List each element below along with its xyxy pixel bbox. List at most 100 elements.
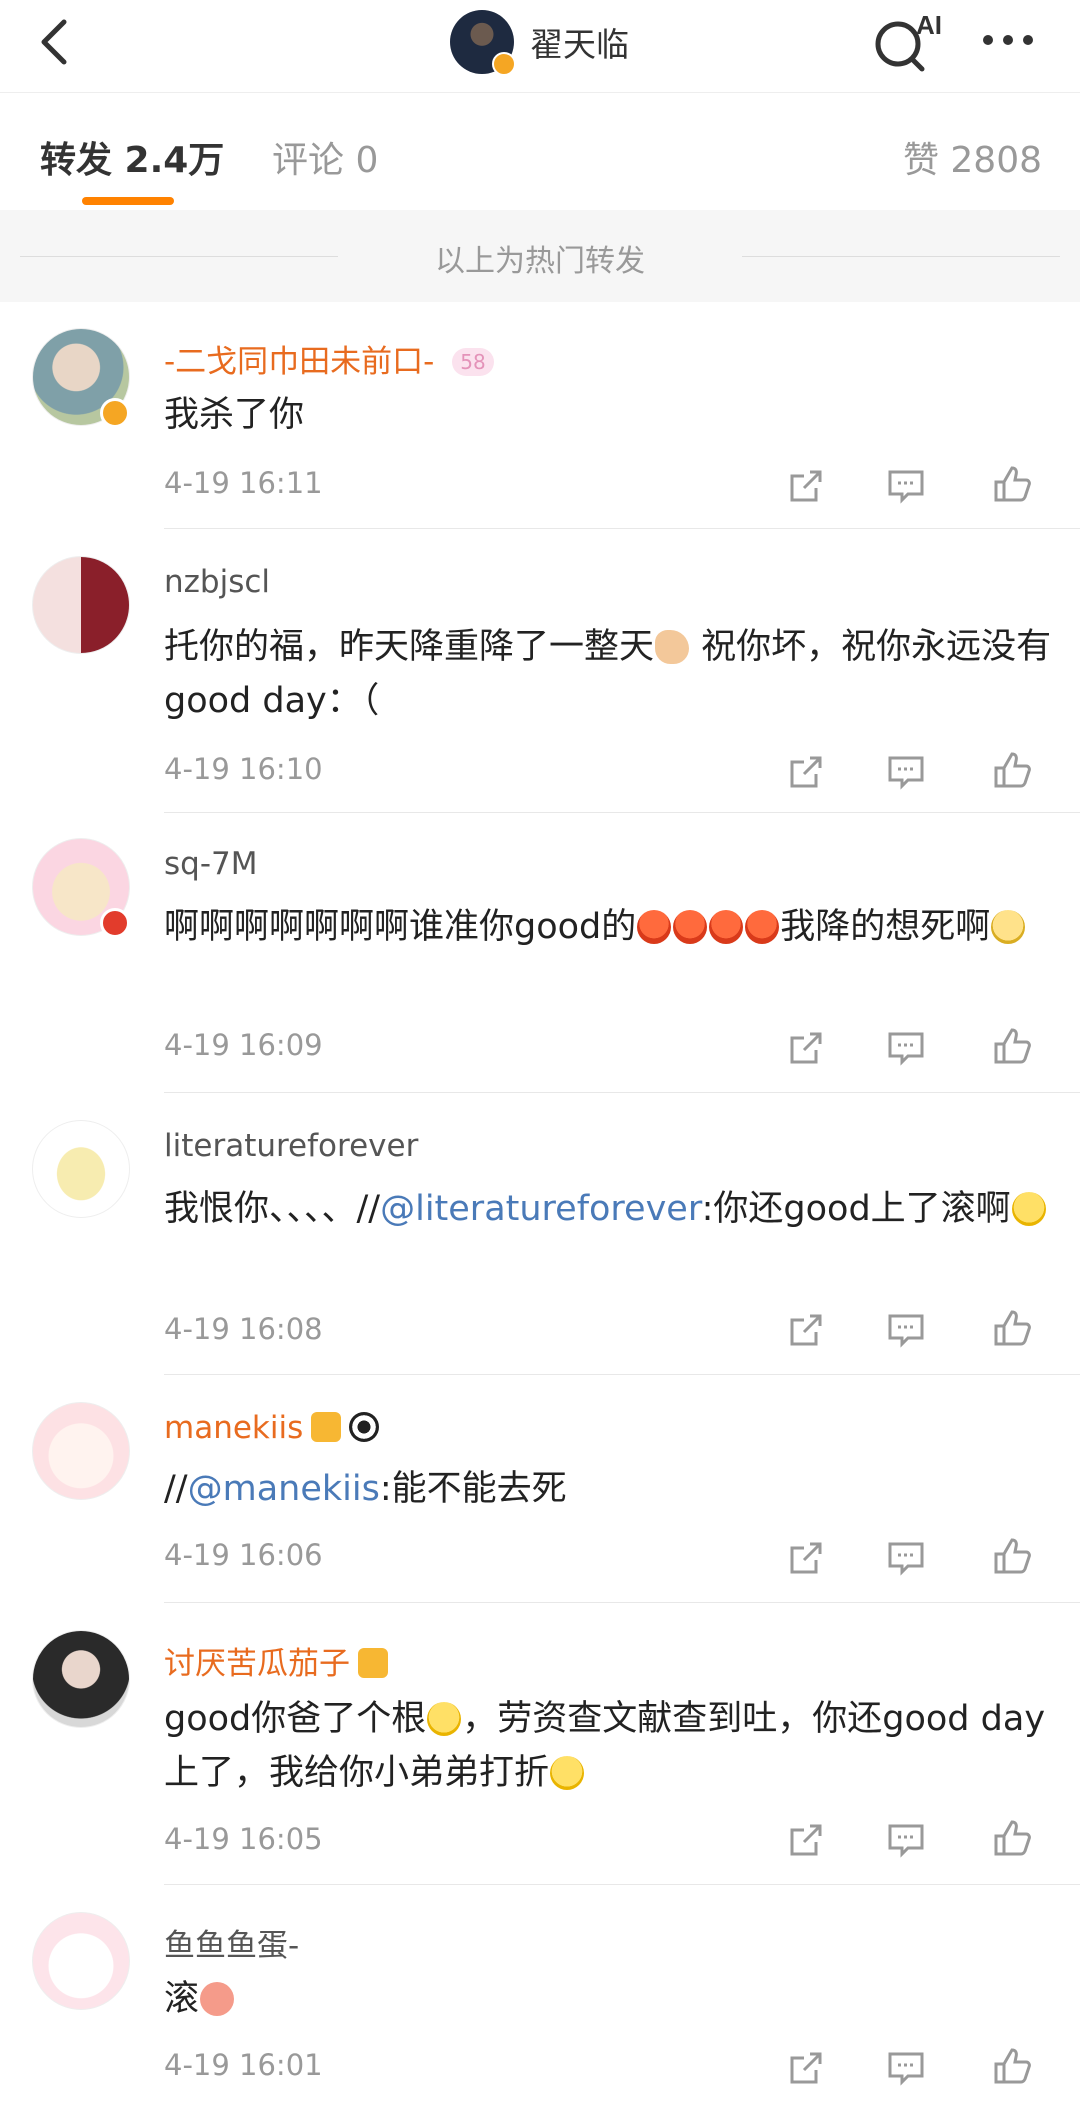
ai-search-icon[interactable]: AI bbox=[872, 8, 942, 74]
timestamp: 4-19 16:09 bbox=[164, 1028, 323, 1062]
like-icon[interactable] bbox=[992, 1026, 1032, 1066]
comment-text-part: :你还good上了滚啊 bbox=[701, 1189, 1011, 1229]
tab-like[interactable]: 赞 2808 bbox=[903, 131, 1042, 183]
crown-badge-icon bbox=[311, 1412, 342, 1442]
username[interactable]: 讨厌苦瓜茄子 bbox=[164, 1638, 388, 1683]
comment-text-part: 托你的福，昨天降重降了一整天 bbox=[164, 627, 655, 667]
comment-text-part: 我降的想死啊 bbox=[780, 907, 991, 947]
username-text: manekiis bbox=[164, 1410, 304, 1446]
share-icon[interactable] bbox=[786, 1028, 826, 1068]
angry-emoji-icon bbox=[637, 910, 672, 944]
header-avatar[interactable] bbox=[450, 10, 516, 76]
tab-bar: 转发 2.4万 评论 0 赞 2808 bbox=[0, 92, 1080, 211]
comment-icon[interactable] bbox=[886, 752, 926, 792]
comment-text-part: 我恨你、、、、// bbox=[164, 1189, 381, 1229]
comment-text-part: 滚 bbox=[164, 1979, 200, 2019]
share-icon[interactable] bbox=[786, 1538, 826, 1578]
comment-text-part: 啊啊啊啊啊啊啊谁准你good的 bbox=[164, 907, 637, 947]
list-item: 鱼鱼鱼蛋- 滚 4-19 16:01 bbox=[0, 1912, 1080, 2106]
username[interactable]: literatureforever bbox=[164, 1128, 418, 1164]
comment-text-part: // bbox=[164, 1469, 188, 1509]
share-icon[interactable] bbox=[786, 2048, 826, 2088]
timestamp: 4-19 16:01 bbox=[164, 2048, 323, 2082]
back-arrow-icon[interactable] bbox=[30, 14, 86, 70]
smile-emoji-icon bbox=[427, 1702, 462, 1736]
comment-icon[interactable] bbox=[886, 1028, 926, 1068]
username-text: -二戈同巾田未前口- bbox=[164, 344, 435, 380]
comment-icon[interactable] bbox=[886, 1538, 926, 1578]
section-divider: 以上为热门转发 bbox=[0, 210, 1080, 302]
timestamp: 4-19 16:08 bbox=[164, 1312, 323, 1346]
avatar[interactable] bbox=[32, 556, 130, 654]
mention-link[interactable]: @literatureforever bbox=[380, 1189, 702, 1229]
angry-emoji-icon bbox=[673, 910, 708, 944]
divider bbox=[164, 1884, 1080, 1885]
avatar[interactable] bbox=[32, 1120, 130, 1218]
comment-icon[interactable] bbox=[886, 466, 926, 506]
avatar[interactable] bbox=[32, 1630, 130, 1728]
list-item: literatureforever 我恨你、、、、//@literaturefo… bbox=[0, 1120, 1080, 1375]
comment-icon[interactable] bbox=[886, 1310, 926, 1350]
comment-text: 我杀了你 bbox=[164, 395, 305, 435]
username[interactable]: nzbjscl bbox=[164, 564, 270, 600]
share-icon[interactable] bbox=[786, 466, 826, 506]
section-label: 以上为热门转发 bbox=[435, 244, 645, 279]
like-icon[interactable] bbox=[992, 750, 1032, 790]
crown-badge-icon bbox=[358, 1648, 388, 1678]
panda-badge-icon bbox=[349, 1412, 380, 1442]
list-item: manekiis //@manekiis:能不能去死 4-19 16:06 bbox=[0, 1402, 1080, 1603]
list-item: nzbjscl 托你的福，昨天降重降了一整天 祝你坏，祝你永远没有good da… bbox=[0, 556, 1080, 813]
member-badge-icon: 58 bbox=[452, 348, 494, 376]
username[interactable]: 鱼鱼鱼蛋- bbox=[164, 1920, 299, 1965]
angry-emoji-icon bbox=[709, 910, 744, 944]
avatar[interactable] bbox=[32, 1402, 130, 1500]
like-icon[interactable] bbox=[992, 1308, 1032, 1348]
comment-text: 啊啊啊啊啊啊啊谁准你good的 我降的想死啊 bbox=[164, 900, 1054, 954]
username[interactable]: -二戈同巾田未前口- 58 bbox=[164, 336, 494, 381]
share-icon[interactable] bbox=[786, 1310, 826, 1350]
comment-text: 托你的福，昨天降重降了一整天 祝你坏，祝你永远没有good day：（ bbox=[164, 620, 1054, 728]
username[interactable]: sq-7M bbox=[164, 846, 257, 882]
share-icon[interactable] bbox=[786, 752, 826, 792]
verified-badge-icon bbox=[492, 52, 516, 76]
divider bbox=[164, 528, 1080, 529]
active-tab-indicator bbox=[82, 197, 174, 205]
timestamp: 4-19 16:10 bbox=[164, 752, 323, 786]
comment-text: 滚 bbox=[164, 1972, 1054, 2026]
more-options-icon[interactable] bbox=[978, 18, 1038, 62]
like-icon[interactable] bbox=[992, 1536, 1032, 1576]
smile-emoji-icon bbox=[550, 1756, 585, 1790]
list-item: -二戈同巾田未前口- 58 我杀了你 4-19 16:11 bbox=[0, 328, 1080, 530]
title-area[interactable]: 翟天临 bbox=[450, 8, 629, 76]
timestamp: 4-19 16:06 bbox=[164, 1538, 323, 1572]
comment-text: //@manekiis:能不能去死 bbox=[164, 1462, 1054, 1516]
page-title: 翟天临 bbox=[530, 25, 629, 64]
like-icon[interactable] bbox=[992, 464, 1032, 504]
divider bbox=[164, 1374, 1080, 1375]
top-bar: 翟天临 AI bbox=[0, 0, 1080, 92]
red-badge-icon bbox=[100, 908, 130, 938]
ai-label: AI bbox=[916, 10, 942, 40]
comment-text-part: :能不能去死 bbox=[379, 1469, 567, 1509]
timestamp: 4-19 16:11 bbox=[164, 466, 323, 500]
verified-badge-icon bbox=[100, 398, 130, 428]
username[interactable]: manekiis bbox=[164, 1410, 380, 1446]
avatar[interactable] bbox=[32, 1912, 130, 2010]
tab-comment[interactable]: 评论 0 bbox=[272, 131, 378, 183]
divider bbox=[164, 1602, 1080, 1603]
username-text: 讨厌苦瓜茄子 bbox=[164, 1646, 350, 1682]
laughing-emoji-icon bbox=[200, 1982, 235, 2016]
clap-emoji-icon bbox=[655, 630, 690, 664]
list-item: 讨厌苦瓜茄子 good你爸了个根 ，劳资查文献查到吐，你还good day上了，我… bbox=[0, 1630, 1080, 1885]
angry-emoji-icon bbox=[745, 910, 780, 944]
tab-repost[interactable]: 转发 2.4万 bbox=[40, 131, 224, 183]
like-icon[interactable] bbox=[992, 1818, 1032, 1858]
comment-text-part: good你爸了个根 bbox=[164, 1699, 427, 1739]
list-item: sq-7M 啊啊啊啊啊啊啊谁准你good的 我降的想死啊 4-19 16:09 bbox=[0, 838, 1080, 1093]
mention-link[interactable]: @manekiis bbox=[188, 1469, 380, 1509]
share-icon[interactable] bbox=[786, 1820, 826, 1860]
thinking-emoji-icon bbox=[1011, 1192, 1046, 1226]
comment-icon[interactable] bbox=[886, 2048, 926, 2088]
comment-icon[interactable] bbox=[886, 1820, 926, 1860]
like-icon[interactable] bbox=[992, 2046, 1032, 2086]
